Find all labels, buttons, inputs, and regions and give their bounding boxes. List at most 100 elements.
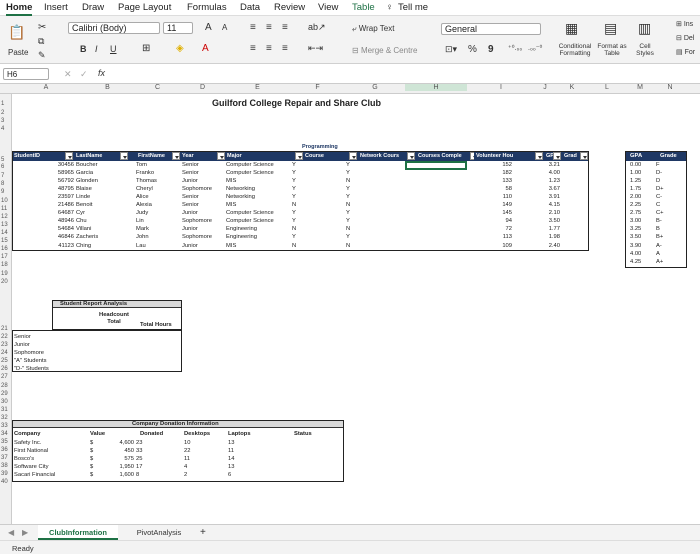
row-header-16[interactable]: 16 <box>1 246 8 252</box>
percent-button[interactable]: % <box>468 44 477 55</box>
row-header-37[interactable]: 37 <box>1 455 8 461</box>
align-right-icon[interactable]: ≡ <box>282 43 288 54</box>
row-header-25[interactable]: 25 <box>1 358 8 364</box>
row-header-22[interactable]: 22 <box>1 334 8 340</box>
cancel-icon[interactable]: ✕ <box>64 69 72 80</box>
cell-styles-label[interactable]: Cell Styles <box>633 43 657 57</box>
comma-button[interactable]: 9 <box>488 44 494 55</box>
insert-cells-button[interactable]: ⊞ Ins <box>676 20 693 28</box>
menu-view[interactable]: View <box>318 2 338 13</box>
row-header-11[interactable]: 11 <box>1 206 7 212</box>
menu-tell-me[interactable]: Tell me <box>398 2 428 13</box>
next-sheet-icon[interactable]: ▶ <box>22 528 28 537</box>
row-header-5[interactable]: 5 <box>1 157 4 163</box>
row-header-19[interactable]: 19 <box>1 271 8 277</box>
menu-review[interactable]: Review <box>274 2 305 13</box>
italic-button[interactable]: I <box>95 44 98 54</box>
row-header-14[interactable]: 14 <box>1 230 8 236</box>
row-header-23[interactable]: 23 <box>1 342 8 348</box>
row-header-7[interactable]: 7 <box>1 173 4 179</box>
row-header-36[interactable]: 36 <box>1 447 8 453</box>
row-header-29[interactable]: 29 <box>1 391 8 397</box>
format-table-label[interactable]: Format as Table <box>597 43 627 57</box>
row-header-33[interactable]: 33 <box>1 423 8 429</box>
cut-icon[interactable]: ✂ <box>38 22 46 33</box>
column-header-e[interactable]: E <box>225 84 290 91</box>
row-header-18[interactable]: 18 <box>1 262 8 268</box>
row-header-10[interactable]: 10 <box>1 198 8 204</box>
format-table-icon[interactable]: ▤ <box>604 20 617 37</box>
row-header-39[interactable]: 39 <box>1 471 8 477</box>
row-header-9[interactable]: 9 <box>1 189 4 195</box>
indent-icon[interactable]: ⇤⇥ <box>308 43 323 54</box>
column-header-g[interactable]: G <box>345 84 405 91</box>
copy-icon[interactable]: ⧉ <box>38 36 44 47</box>
row-header-27[interactable]: 27 <box>1 374 8 380</box>
wrap-text-button[interactable]: ⤶ Wrap Text <box>352 24 394 34</box>
align-middle-icon[interactable]: ≡ <box>266 22 272 33</box>
row-header-34[interactable]: 34 <box>1 431 8 437</box>
row-header-26[interactable]: 26 <box>1 366 8 372</box>
row-header-8[interactable]: 8 <box>1 181 4 187</box>
row-header-1[interactable]: 1 <box>1 101 4 107</box>
row-header-32[interactable]: 32 <box>1 415 8 421</box>
menu-data[interactable]: Data <box>240 2 260 13</box>
currency-icon[interactable]: ⊡▾ <box>445 44 457 55</box>
column-header-a[interactable]: A <box>12 84 80 91</box>
font-name-select[interactable]: Calibri (Body) <box>68 22 160 34</box>
menu-page-layout[interactable]: Page Layout <box>118 2 171 13</box>
row-header-12[interactable]: 12 <box>1 214 8 220</box>
menu-home[interactable]: Home <box>6 2 33 16</box>
name-box[interactable]: H6 <box>3 68 49 80</box>
row-header-2[interactable]: 2 <box>1 110 4 116</box>
increase-decimal-icon[interactable]: ⁺⁰.₀₀ <box>508 44 522 52</box>
row-header-17[interactable]: 17 <box>1 254 8 260</box>
prev-sheet-icon[interactable]: ◀ <box>8 528 14 537</box>
row-header-15[interactable]: 15 <box>1 238 8 244</box>
column-header-k[interactable]: K <box>555 84 589 91</box>
enter-icon[interactable]: ✓ <box>80 69 88 80</box>
font-color-icon[interactable]: A <box>202 43 209 54</box>
menu-draw[interactable]: Draw <box>82 2 104 13</box>
align-top-icon[interactable]: ≡ <box>250 22 256 33</box>
borders-icon[interactable]: ⊞ <box>142 43 150 54</box>
menu-insert[interactable]: Insert <box>44 2 68 13</box>
row-header-38[interactable]: 38 <box>1 463 8 469</box>
column-header-b[interactable]: B <box>80 84 135 91</box>
row-header-13[interactable]: 13 <box>1 222 8 228</box>
number-format-select[interactable]: General <box>441 23 541 35</box>
fill-color-icon[interactable]: ◈ <box>176 43 184 54</box>
format-painter-icon[interactable]: ✎ <box>38 50 46 61</box>
format-cells-button[interactable]: ▤ For <box>676 48 695 56</box>
conditional-formatting-label[interactable]: Conditional Formatting <box>555 43 595 57</box>
row-header-40[interactable]: 40 <box>1 479 8 485</box>
align-center-icon[interactable]: ≡ <box>266 43 272 54</box>
row-header-31[interactable]: 31 <box>1 407 8 413</box>
column-header-i[interactable]: I <box>467 84 535 91</box>
grow-font-button[interactable]: A <box>205 22 212 33</box>
column-header-d[interactable]: D <box>180 84 225 91</box>
row-header-21[interactable]: 21 <box>1 326 8 332</box>
tab-clubinformation[interactable]: ClubInformation <box>38 525 118 540</box>
cell-styles-icon[interactable]: ▥ <box>638 20 651 37</box>
delete-cells-button[interactable]: ⊟ Del <box>676 34 694 42</box>
row-header-6[interactable]: 6 <box>1 164 4 170</box>
shrink-font-button[interactable]: A <box>222 23 227 32</box>
row-header-30[interactable]: 30 <box>1 399 8 405</box>
orientation-icon[interactable]: ab↗ <box>308 22 326 33</box>
column-header-f[interactable]: F <box>290 84 345 91</box>
tab-pivotanalysis[interactable]: PivotAnalysis <box>124 525 194 540</box>
formula-input[interactable] <box>116 69 686 81</box>
row-header-3[interactable]: 3 <box>1 118 4 124</box>
column-header-l[interactable]: L <box>589 84 625 91</box>
decrease-decimal-icon[interactable]: .₀₀⁻⁰ <box>528 44 542 52</box>
column-header-j[interactable]: J <box>535 84 555 91</box>
add-sheet-button[interactable]: + <box>200 527 206 538</box>
row-header-35[interactable]: 35 <box>1 439 8 445</box>
menu-table[interactable]: Table <box>352 2 375 13</box>
conditional-formatting-icon[interactable]: ▦ <box>565 20 578 37</box>
merge-centre-button[interactable]: ⊟ Merge & Centre <box>352 46 417 55</box>
underline-button[interactable]: U <box>110 44 117 54</box>
row-header-24[interactable]: 24 <box>1 350 8 356</box>
row-header-4[interactable]: 4 <box>1 126 4 132</box>
